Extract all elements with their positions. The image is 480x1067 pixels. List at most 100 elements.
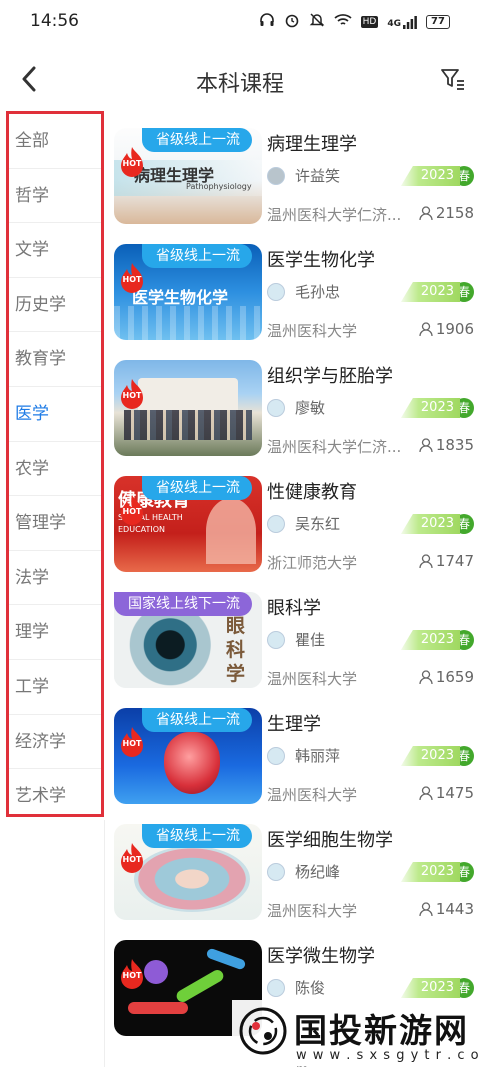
teacher-name: 杨纪峰 [295, 863, 341, 881]
term-badge: 2023 春 [400, 978, 474, 998]
status-time: 14:56 [30, 11, 79, 31]
sidebar-item-law[interactable]: 法学 [9, 551, 101, 606]
school-name: 温州医科大学仁济... [267, 438, 402, 456]
student-count: 1443 [419, 900, 474, 918]
sidebar-item-history[interactable]: 历史学 [9, 278, 101, 333]
term-badge: 2023 春 [400, 746, 474, 766]
watermark-logo-icon [239, 1007, 287, 1055]
school-name: 温州医科大学 [267, 670, 358, 688]
course-card[interactable]: 省级线上一流 HOT 生理学 韩丽萍 2023 春 温州医科大学 1475 [114, 706, 480, 822]
headphones-icon [259, 12, 275, 32]
hot-badge: HOT [118, 378, 146, 410]
quality-tag: 国家线上线下一流 [114, 592, 252, 616]
teacher: 毛孙忠 [267, 281, 340, 302]
person-icon [419, 205, 433, 220]
term-year: 2023 [400, 514, 460, 534]
status-icons: HD 4G 77 [259, 12, 450, 32]
term-year: 2023 [400, 746, 460, 766]
thumb-subcaption: Pathophysiology [186, 182, 252, 191]
sidebar-item-all[interactable]: 全部 [9, 114, 101, 169]
student-count: 1659 [419, 668, 474, 686]
term-year: 2023 [400, 166, 460, 186]
sidebar-item-arts[interactable]: 艺术学 [9, 769, 101, 824]
teacher-avatar [267, 282, 285, 301]
school-name: 温州医科大学 [267, 902, 358, 920]
student-count: 1475 [419, 784, 474, 802]
watermark: 国投新游网 w w w . s x s g y t r . c o m [232, 1000, 480, 1067]
course-card[interactable]: 眼科学 国家线上线下一流 眼科学 瞿佳 2023 春 温州医科大学 1659 [114, 590, 480, 706]
sidebar-item-engineering[interactable]: 工学 [9, 660, 101, 715]
sidebar-item-management[interactable]: 管理学 [9, 496, 101, 551]
teacher: 廖敏 [267, 397, 325, 418]
filter-button[interactable] [440, 66, 466, 92]
term-year: 2023 [400, 398, 460, 418]
teacher-name: 瞿佳 [295, 631, 326, 649]
wifi-icon [334, 13, 352, 31]
course-card[interactable]: 病理生理学 Pathophysiology 省级线上一流 HOT 病理生理学 许… [114, 126, 480, 242]
course-card[interactable]: 健康教育 SEXUAL HEALTH EDUCATION 省级线上一流 HOT … [114, 474, 480, 590]
sidebar-item-literature[interactable]: 文学 [9, 223, 101, 278]
page-title: 本科课程 [195, 72, 284, 97]
teacher-avatar [267, 514, 285, 533]
term-year: 2023 [400, 282, 460, 302]
term-year: 2023 [400, 862, 460, 882]
teacher: 陈俊 [267, 977, 325, 998]
student-count: 2158 [419, 204, 474, 222]
sidebar-item-agriculture[interactable]: 农学 [9, 442, 101, 497]
person-icon [419, 437, 433, 452]
course-list: 病理生理学 Pathophysiology 省级线上一流 HOT 病理生理学 许… [114, 126, 480, 1054]
school-name: 温州医科大学仁济... [267, 206, 402, 224]
hot-badge: HOT [118, 958, 146, 990]
hot-badge: HOT [118, 262, 146, 294]
person-icon [419, 901, 433, 916]
student-count: 1835 [419, 436, 474, 454]
teacher-name: 韩丽萍 [295, 747, 341, 765]
sidebar-item-economics[interactable]: 经济学 [9, 715, 101, 770]
teacher: 许益笑 [267, 165, 340, 186]
person-icon [419, 553, 433, 568]
course-card[interactable]: 省级线上一流 HOT 医学细胞生物学 杨纪峰 2023 春 温州医科大学 144… [114, 822, 480, 938]
thumb-caption: 眼科学 [226, 615, 246, 685]
quality-tag: 省级线上一流 [142, 824, 252, 848]
course-title: 病理生理学 [267, 134, 357, 155]
teacher: 韩丽萍 [267, 745, 340, 766]
term-year: 2023 [400, 978, 460, 998]
course-title: 医学生物化学 [267, 250, 375, 271]
quality-tag: 省级线上一流 [142, 128, 252, 152]
term-badge: 2023 春 [400, 630, 474, 650]
sidebar-item-science[interactable]: 理学 [9, 605, 101, 660]
quality-tag: 省级线上一流 [142, 476, 252, 500]
hot-badge: HOT [118, 842, 146, 874]
student-count: 1747 [419, 552, 474, 570]
sidebar-item-medicine[interactable]: 医学 [9, 386, 101, 442]
filter-icon [441, 69, 464, 90]
sidebar-item-education[interactable]: 教育学 [9, 332, 101, 387]
quality-tag: 省级线上一流 [142, 708, 252, 732]
teacher-avatar [267, 978, 285, 997]
sidebar-divider [104, 820, 105, 1067]
course-title: 组织学与胚胎学 [267, 366, 393, 387]
watermark-url: w w w . s x s g y t r . c o m [296, 1048, 480, 1067]
teacher-name: 毛孙忠 [295, 283, 341, 301]
hot-badge: HOT [118, 726, 146, 758]
hot-badge: HOT [118, 146, 146, 178]
teacher-name: 吴东红 [295, 515, 341, 533]
teacher-name: 廖敏 [295, 399, 326, 417]
term-badge: 2023 春 [400, 398, 474, 418]
category-sidebar: 全部 哲学 文学 历史学 教育学 医学 农学 管理学 法学 理学 工学 经济学 … [6, 111, 104, 817]
thumb-caption: 医学生物化学 [132, 288, 229, 307]
term-badge: 2023 春 [400, 166, 474, 186]
course-card[interactable]: 医学生物化学 省级线上一流 HOT 医学生物化学 毛孙忠 2023 春 温州医科… [114, 242, 480, 358]
battery-icon: 77 [426, 15, 450, 29]
teacher-avatar [267, 398, 285, 417]
sidebar-item-philosophy[interactable]: 哲学 [9, 169, 101, 224]
status-bar: 14:56 HD 4G 77 [0, 0, 480, 44]
watermark-name: 国投新游网 [294, 1011, 469, 1050]
term-badge: 2023 春 [400, 862, 474, 882]
person-icon [419, 669, 433, 684]
teacher-name: 许益笑 [295, 167, 341, 185]
teacher: 瞿佳 [267, 629, 325, 650]
header: 本科课程 [0, 52, 480, 108]
term-year: 2023 [400, 630, 460, 650]
course-card[interactable]: HOT 组织学与胚胎学 廖敏 2023 春 温州医科大学仁济... 1835 [114, 358, 480, 474]
